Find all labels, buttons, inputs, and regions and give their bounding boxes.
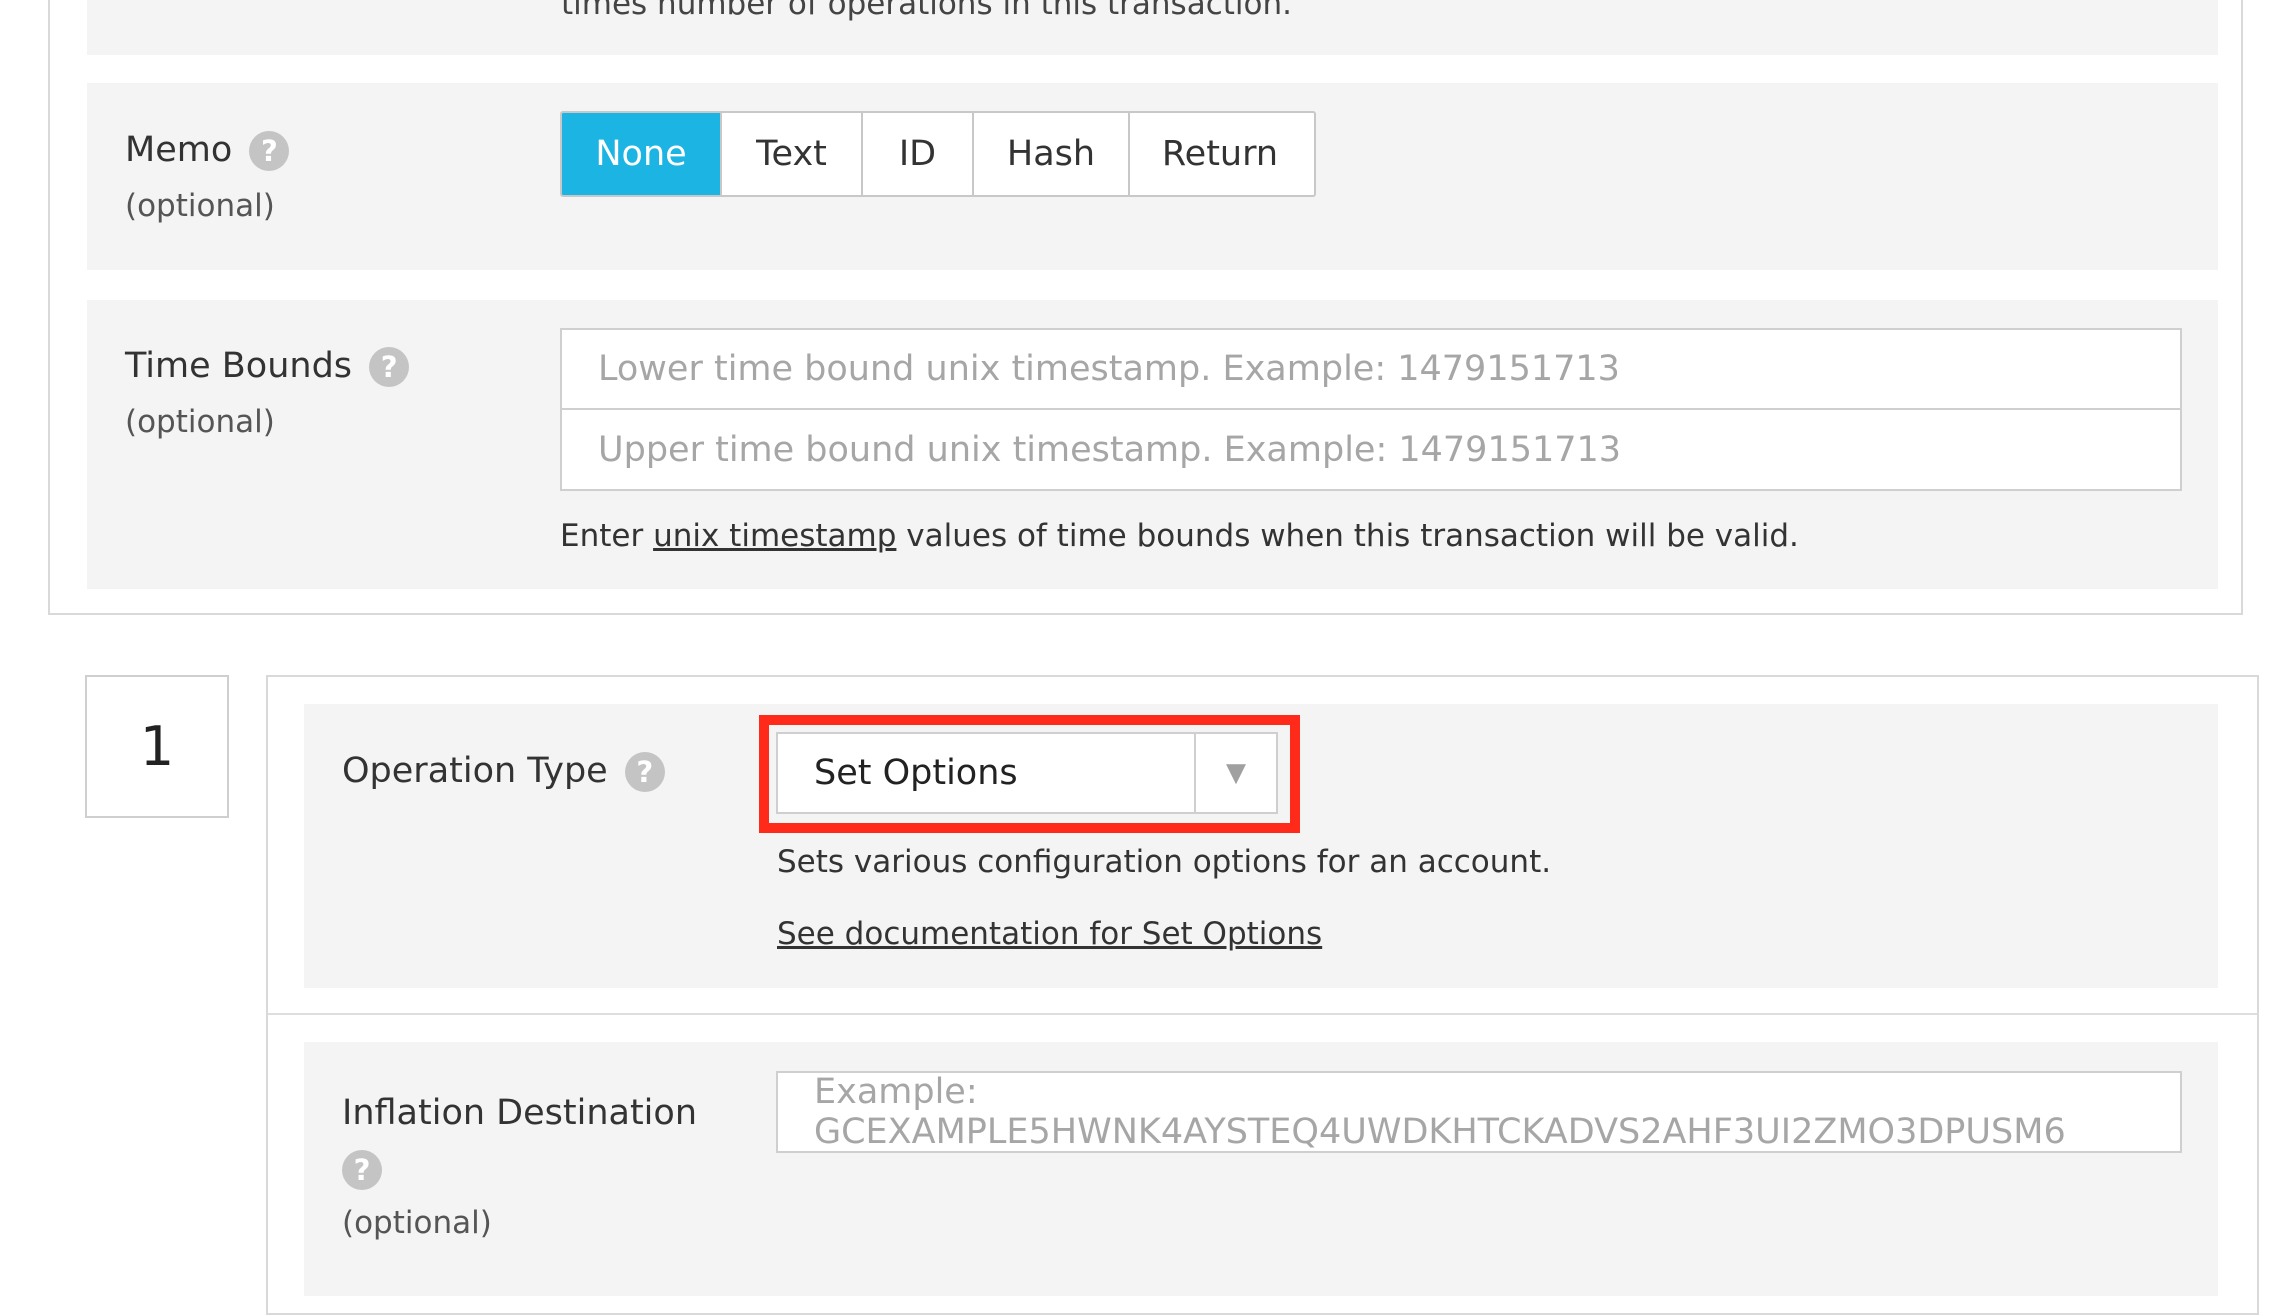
memo-optional: (optional)	[125, 188, 275, 224]
memo-option-hash[interactable]: Hash	[974, 113, 1130, 195]
operation-index: 1	[139, 715, 175, 778]
lower-time-bound-input[interactable]: Lower time bound unix timestamp. Example…	[560, 328, 2182, 410]
operation-type-select[interactable]: Set Options ▼	[776, 732, 1278, 814]
inflation-destination-input[interactable]: Example: GCEXAMPLE5HWNK4AYSTEQ4UWDKHTCKA…	[776, 1071, 2182, 1153]
memo-type-selector: None Text ID Hash Return	[560, 111, 1316, 197]
operation-index-box: 1	[85, 675, 229, 818]
help-icon[interactable]: ?	[249, 131, 290, 171]
memo-option-text[interactable]: Text	[722, 113, 863, 195]
memo-option-return[interactable]: Return	[1130, 113, 1310, 195]
time-bounds-hint-pre: Enter	[560, 518, 644, 554]
time-bounds-label: Time Bounds ?	[125, 346, 410, 387]
lower-time-bound-placeholder: Lower time bound unix timestamp. Example…	[598, 349, 1620, 389]
operation-doc-link[interactable]: See documentation for Set Options	[777, 916, 1322, 952]
time-bounds-optional: (optional)	[125, 404, 275, 440]
divider	[268, 1013, 2257, 1015]
inflation-help-wrap: ?	[342, 1150, 382, 1190]
help-icon[interactable]: ?	[624, 752, 665, 792]
help-icon[interactable]: ?	[342, 1150, 382, 1190]
memo-label: Memo ?	[125, 130, 290, 171]
operation-type-value: Set Options	[814, 753, 1018, 793]
chevron-down-icon[interactable]: ▼	[1194, 734, 1276, 812]
time-bounds-hint: Enter unix timestamp values of time boun…	[560, 518, 1799, 554]
operation-type-label: Operation Type ?	[342, 751, 665, 792]
memo-label-text: Memo	[125, 130, 233, 170]
inflation-destination-label: Inflation Destination	[342, 1093, 698, 1133]
inflation-optional: (optional)	[342, 1205, 492, 1241]
operation-description: Sets various configuration options for a…	[777, 844, 1552, 880]
time-bounds-label-text: Time Bounds	[125, 346, 353, 386]
unix-timestamp-link[interactable]: unix timestamp	[653, 518, 896, 554]
upper-time-bound-placeholder: Upper time bound unix timestamp. Example…	[598, 429, 1622, 470]
operation-type-label-text: Operation Type	[342, 751, 608, 791]
fee-hint: times number of operations in this trans…	[561, 0, 1292, 22]
inflation-destination-placeholder: Example: GCEXAMPLE5HWNK4AYSTEQ4UWDKHTCKA…	[814, 1072, 2066, 1152]
time-bounds-hint-post: values of time bounds when this transact…	[906, 518, 1799, 554]
help-icon[interactable]: ?	[369, 347, 410, 387]
upper-time-bound-input[interactable]: Upper time bound unix timestamp. Example…	[560, 408, 2182, 491]
memo-option-none[interactable]: None	[562, 113, 722, 195]
memo-option-id[interactable]: ID	[863, 113, 974, 195]
